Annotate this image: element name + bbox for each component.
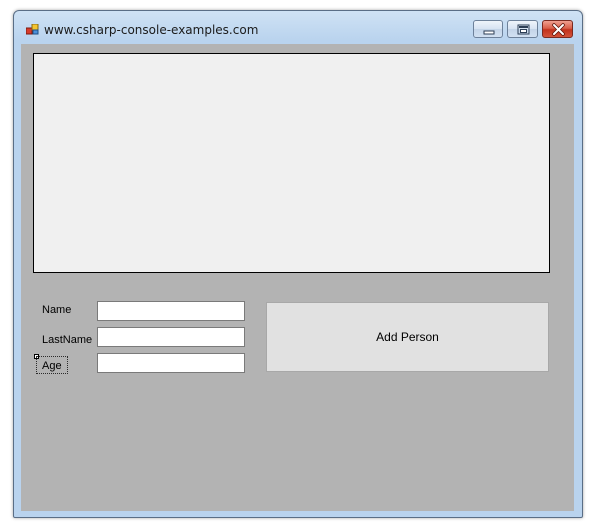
app-window: www.csharp-console-examples.com Name Las… — [13, 10, 583, 518]
close-button[interactable] — [542, 20, 573, 38]
name-label: Name — [42, 304, 72, 316]
minimize-icon — [483, 30, 495, 35]
minimize-button[interactable] — [473, 20, 503, 38]
age-input[interactable] — [97, 353, 245, 373]
lastname-input[interactable] — [97, 327, 245, 347]
maximize-button[interactable] — [507, 20, 538, 38]
person-listbox[interactable] — [33, 53, 550, 273]
form-client-area: Name LastName Age Add Person — [21, 44, 574, 511]
title-bar[interactable]: www.csharp-console-examples.com — [14, 11, 582, 45]
close-icon — [552, 23, 565, 36]
app-icon — [26, 24, 39, 35]
maximize-icon — [517, 24, 530, 35]
window-title: www.csharp-console-examples.com — [44, 23, 259, 37]
lastname-label: LastName — [42, 334, 93, 346]
age-label: Age — [36, 356, 68, 374]
add-person-button[interactable]: Add Person — [266, 302, 549, 372]
name-input[interactable] — [97, 301, 245, 321]
